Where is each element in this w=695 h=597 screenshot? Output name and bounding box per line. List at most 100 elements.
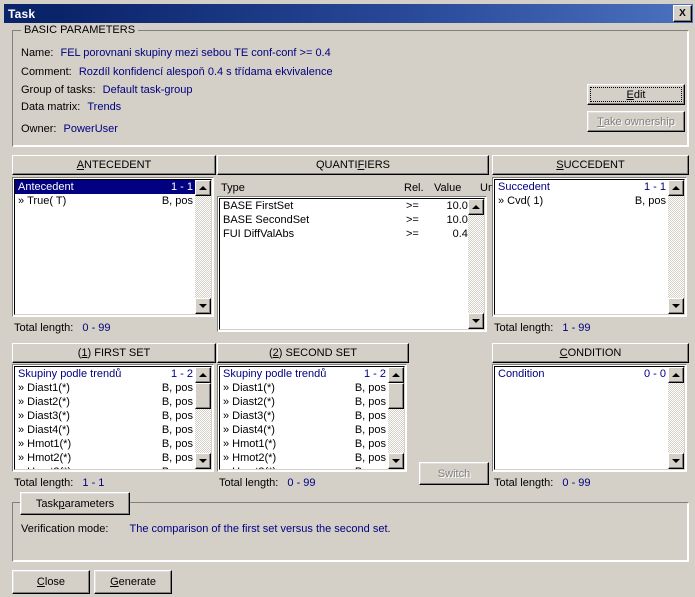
- scroll-up-icon[interactable]: [195, 180, 211, 196]
- condition-header[interactable]: C ONDITION: [492, 343, 689, 363]
- condition-list-content: Condition 0 - 0: [495, 367, 668, 469]
- list-item[interactable]: » Diast3(*) B, pos: [220, 409, 388, 423]
- list-item[interactable]: » Cvd( 1) B, pos: [495, 194, 668, 208]
- bullet-icon: »: [18, 195, 25, 207]
- scroll-thumb[interactable]: [388, 383, 404, 409]
- list-item[interactable]: » Diast4(*) B, pos: [15, 423, 195, 437]
- bullet-icon: »: [223, 424, 230, 436]
- generate-button[interactable]: Generate: [94, 570, 172, 594]
- scroll-down-icon[interactable]: [468, 313, 484, 329]
- bullet-icon: »: [223, 452, 230, 464]
- first-set-scrollbar[interactable]: [195, 367, 211, 469]
- task-parameters-button[interactable]: Task p arameters: [20, 492, 130, 515]
- scroll-up-icon[interactable]: [388, 367, 404, 383]
- take-ownership-button[interactable]: Take ownership: [587, 111, 685, 132]
- second-set-scrollbar[interactable]: [388, 367, 404, 469]
- antecedent-root-row[interactable]: Antecedent 1 - 1: [15, 180, 195, 194]
- first-set-item-value: B, pos: [161, 452, 193, 464]
- list-item[interactable]: » Diast4(*) B, pos: [220, 423, 388, 437]
- first-set-root-label: Skupiny podle trendů: [18, 368, 122, 380]
- succedent-scrollbar[interactable]: [668, 180, 684, 314]
- list-item[interactable]: » Hmot2(*) B, pos: [220, 451, 388, 465]
- list-item[interactable]: » Hmot1(*) B, pos: [15, 437, 195, 451]
- second-set-item-value: B, pos: [354, 396, 386, 408]
- list-item[interactable]: » Hmot3(*) B, pos: [220, 465, 388, 469]
- quantifiers-listbox[interactable]: BASE FirstSet >= 10.00 Abs. BASE SecondS…: [217, 196, 487, 332]
- second-set-total-length: Total length: 0 - 99: [219, 477, 316, 489]
- succedent-item-label: Cvd( 1): [507, 195, 544, 207]
- scroll-down-icon[interactable]: [668, 453, 684, 469]
- first-set-header[interactable]: (1) FIRST SET: [12, 343, 216, 363]
- condition-root-row[interactable]: Condition 0 - 0: [495, 367, 668, 381]
- table-row[interactable]: FUI DiffValAbs >= 0.40 Abs.: [220, 227, 468, 241]
- scroll-up-icon[interactable]: [668, 367, 684, 383]
- antecedent-total-label: Total length:: [14, 322, 74, 334]
- antecedent-listbox[interactable]: Antecedent 1 - 1 » True( T) B, pos: [12, 177, 214, 317]
- quantifiers-header[interactable]: QUANTI F IERS: [217, 155, 489, 175]
- bullet-icon: »: [223, 465, 229, 469]
- condition-listbox[interactable]: Condition 0 - 0: [492, 364, 687, 472]
- bullet-icon: »: [18, 396, 25, 408]
- verification-mode-label: Verification mode:: [21, 523, 109, 535]
- quantifiers-scrollbar[interactable]: [468, 199, 484, 329]
- scroll-down-icon[interactable]: [195, 298, 211, 314]
- second-set-item-label: Hmot3(*): [232, 465, 347, 469]
- first-set-item-label: Hmot3(*): [27, 465, 154, 469]
- scroll-down-icon[interactable]: [668, 298, 684, 314]
- second-set-item-value: B, pos: [355, 465, 386, 469]
- data-matrix-value: Trends: [87, 101, 122, 113]
- group-of-tasks-value: Default task-group: [102, 84, 193, 96]
- first-set-header-post: ) FIRST SET: [87, 347, 151, 359]
- table-row[interactable]: BASE SecondSet >= 10.00 Abs.: [220, 213, 468, 227]
- close-icon[interactable]: X: [673, 5, 692, 22]
- succedent-listbox[interactable]: Succedent 1 - 1 » Cvd( 1) B, pos: [492, 177, 687, 317]
- list-item[interactable]: » Hmot3(*) B, pos: [15, 465, 195, 469]
- antecedent-header-accel: A: [76, 159, 85, 171]
- generate-button-label: enerate: [118, 576, 156, 588]
- table-row[interactable]: BASE FirstSet >= 10.00 Abs.: [220, 199, 468, 213]
- scroll-down-icon[interactable]: [195, 453, 211, 469]
- second-set-total-value: 0 - 99: [287, 477, 316, 489]
- scroll-up-icon[interactable]: [195, 367, 211, 383]
- list-item[interactable]: » Diast3(*) B, pos: [15, 409, 195, 423]
- condition-scrollbar[interactable]: [668, 367, 684, 469]
- succedent-root-row[interactable]: Succedent 1 - 1: [495, 180, 668, 194]
- first-set-root-row[interactable]: Skupiny podle trendů 1 - 2: [15, 367, 195, 381]
- second-set-root-row[interactable]: Skupiny podle trendů 1 - 2: [220, 367, 388, 381]
- list-item[interactable]: » Hmot1(*) B, pos: [220, 437, 388, 451]
- second-set-item-label: Diast1(*): [232, 382, 275, 394]
- second-set-header[interactable]: (2) SECOND SET: [217, 343, 409, 363]
- edit-button[interactable]: Edit: [587, 84, 685, 105]
- quantifiers-col-value: Value: [434, 182, 462, 194]
- list-item[interactable]: » Diast1(*) B, pos: [220, 381, 388, 395]
- antecedent-root-label: Antecedent: [18, 181, 74, 193]
- list-item[interactable]: » Hmot2(*) B, pos: [15, 451, 195, 465]
- scroll-down-icon[interactable]: [388, 453, 404, 469]
- second-set-item-label: Diast4(*): [232, 424, 275, 436]
- antecedent-total-value: 0 - 99: [82, 322, 111, 334]
- second-set-listbox[interactable]: Skupiny podle trendů 1 - 2 » Diast1(*) B…: [217, 364, 407, 472]
- bullet-icon: »: [498, 195, 505, 207]
- close-button[interactable]: Close: [12, 570, 90, 594]
- second-set-item-value: B, pos: [354, 438, 386, 450]
- first-set-listbox[interactable]: Skupiny podle trendů 1 - 2 » Diast1(*) B…: [12, 364, 214, 472]
- list-item[interactable]: » Diast2(*) B, pos: [220, 395, 388, 409]
- list-item[interactable]: » Diast1(*) B, pos: [15, 381, 195, 395]
- quantifier-rel: >=: [406, 228, 419, 240]
- list-item[interactable]: » True( T) B, pos: [15, 194, 195, 208]
- antecedent-root-value: 1 - 1: [170, 181, 193, 193]
- list-item[interactable]: » Diast2(*) B, pos: [15, 395, 195, 409]
- antecedent-header[interactable]: A NTECEDENT: [12, 155, 216, 175]
- second-set-item-value: B, pos: [354, 424, 386, 436]
- switch-button[interactable]: Switch: [419, 462, 489, 485]
- antecedent-scrollbar[interactable]: [195, 180, 211, 314]
- succedent-header[interactable]: S UCCEDENT: [492, 155, 689, 175]
- scroll-up-icon[interactable]: [468, 199, 484, 215]
- second-set-item-value: B, pos: [354, 410, 386, 422]
- bullet-icon: »: [18, 410, 25, 422]
- succedent-total-value: 1 - 99: [562, 322, 591, 334]
- scroll-up-icon[interactable]: [668, 180, 684, 196]
- second-set-total-label: Total length:: [219, 477, 279, 489]
- scroll-thumb[interactable]: [195, 383, 211, 409]
- succedent-header-accel: S: [556, 159, 564, 171]
